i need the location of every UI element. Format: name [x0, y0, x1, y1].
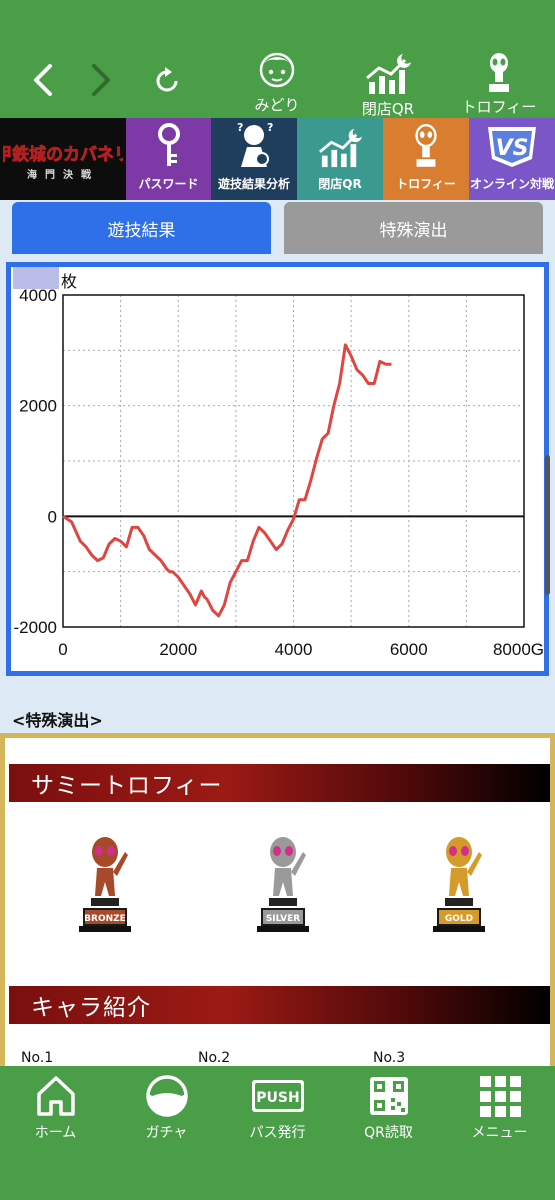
analysis-character-icon: ? ? [237, 121, 273, 167]
chevron-right-icon[interactable] [86, 60, 116, 100]
bottom-nav-qr-read-label: QR読取 [364, 1125, 413, 1141]
reload-icon[interactable] [152, 66, 182, 96]
character-banner: キャラ紹介 [9, 986, 550, 1024]
nav-midori-label: みどり [254, 96, 300, 114]
trophy-silver-icon: SILVER [257, 837, 309, 932]
vs-badge-icon: VS [488, 127, 536, 167]
key-icon [157, 123, 180, 166]
tab-play-result[interactable]: 遊技結果 [12, 202, 271, 254]
game-logo-art: 甲鉄城のカバネリ 海門決戦 [3, 126, 123, 186]
nav-trophy[interactable]: トロフィー [462, 52, 536, 117]
trophy-label: SILVER [266, 914, 300, 924]
menu-closing-qr[interactable]: 閉店QR [297, 118, 383, 200]
grid-menu-icon [479, 1076, 521, 1117]
character-no-1: No.1 [21, 1050, 54, 1066]
y-unit-label: 枚 [61, 273, 77, 291]
tab-special-effects[interactable]: 特殊演出 [284, 202, 543, 254]
logo-subtitle: 海門決戦 [27, 168, 99, 181]
y-tick-label: 2000 [19, 397, 57, 416]
svg-text:VS: VS [496, 136, 529, 161]
x-tick-label: 0 [58, 640, 67, 659]
svg-text:?: ? [237, 121, 243, 134]
trophy-bronze-icon: BRONZE [79, 837, 131, 932]
x-tick-label: 6000 [390, 640, 428, 659]
bottom-nav-gacha-label: ガチャ [145, 1125, 188, 1141]
menu-password[interactable]: パスワード [126, 118, 211, 200]
graph-line [62, 343, 392, 618]
menu-strip: 甲鉄城のカバネリ 海門決戦 パスワード ? ? 遊技結果分析 閉店QR トロフィ… [0, 118, 555, 200]
chart-moon-icon [366, 54, 411, 94]
x-tick-label: 2000 [159, 640, 197, 659]
menu-closing-qr-label: 閉店QR [318, 177, 362, 191]
slump-graph-panel: 4000 2000 0 -2000 0 2000 4000 6000 8000G 枚 [6, 262, 549, 676]
bottom-nav-gacha[interactable]: ガチャ [111, 1066, 222, 1200]
bottom-nav-pass-issue[interactable]: PUSH パス発行 [222, 1066, 333, 1200]
slump-graph: 400020000-20000 2000 4000 6000 8000G 枚 [13, 267, 544, 659]
gacha-ball-icon [145, 1075, 188, 1117]
trophy-alien-icon [415, 124, 437, 167]
trophy-label: GOLD [445, 914, 473, 924]
menu-trophy-label: トロフィー [396, 177, 456, 191]
scrollbar[interactable] [545, 455, 550, 595]
bottom-nav-qr-read[interactable]: QR読取 [333, 1066, 444, 1200]
x-tick-label: 4000 [275, 640, 313, 659]
special-effects-heading: <特殊演出> [12, 711, 103, 730]
y-tick-label: 4000 [19, 286, 57, 305]
menu-online-battle[interactable]: VS オンライン対戦 [469, 118, 555, 200]
result-tabs: 遊技結果 特殊演出 [0, 200, 555, 260]
bottom-nav-home[interactable]: ホーム [0, 1066, 111, 1200]
menu-play-analysis-label: 遊技結果分析 [217, 177, 290, 191]
nav-closing-qr-label: 閉店QR [361, 100, 415, 118]
svg-text:?: ? [267, 121, 273, 134]
push-icon: PUSH [251, 1080, 304, 1112]
qr-code-icon [369, 1077, 408, 1115]
menu-play-analysis[interactable]: ? ? 遊技結果分析 [211, 118, 297, 200]
bottom-nav-menu-label: メニュー [471, 1125, 528, 1141]
bottom-nav-home-label: ホーム [34, 1125, 77, 1141]
menu-password-label: パスワード [138, 177, 199, 191]
home-icon [36, 1076, 75, 1116]
trophy-banner: サミートロフィー [9, 764, 550, 802]
game-logo[interactable]: 甲鉄城のカバネリ 海門決戦 [0, 118, 126, 200]
bottom-nav-pass-issue-label: パス発行 [249, 1125, 306, 1141]
y-tick-label: -2000 [14, 618, 57, 637]
character-no-2: No.2 [198, 1050, 231, 1066]
trophy-icon [489, 53, 509, 92]
top-navigation-bar: みどり 閉店QR トロフィー [0, 0, 555, 118]
y-tick-label: 0 [48, 507, 57, 526]
menu-online-battle-label: オンライン対戦 [469, 177, 554, 191]
character-midori-icon [259, 52, 295, 88]
push-text: PUSH [256, 1090, 299, 1106]
chevron-left-icon[interactable] [28, 60, 58, 100]
nav-closing-qr[interactable]: 閉店QR [356, 52, 420, 119]
trophy-gold-icon: GOLD [433, 837, 485, 932]
trophy-label: BRONZE [84, 914, 126, 924]
logo-title: 甲鉄城のカバネリ [3, 144, 123, 165]
menu-trophy[interactable]: トロフィー [383, 118, 469, 200]
bottom-navigation-bar: ホーム ガチャ PUSH パス発行 QR読取 メニュー [0, 1066, 555, 1200]
character-no-3: No.3 [373, 1050, 406, 1066]
nav-midori[interactable]: みどり [248, 48, 306, 115]
nav-trophy-label: トロフィー [461, 98, 537, 116]
special-effects-panel: サミートロフィー BRONZE SILVER GOLD キャラ紹介 No.1 No.… [0, 733, 555, 1073]
x-tick-label: 8000G [493, 640, 544, 659]
chart-moon-icon [319, 128, 362, 168]
bottom-nav-menu[interactable]: メニュー [444, 1066, 555, 1200]
